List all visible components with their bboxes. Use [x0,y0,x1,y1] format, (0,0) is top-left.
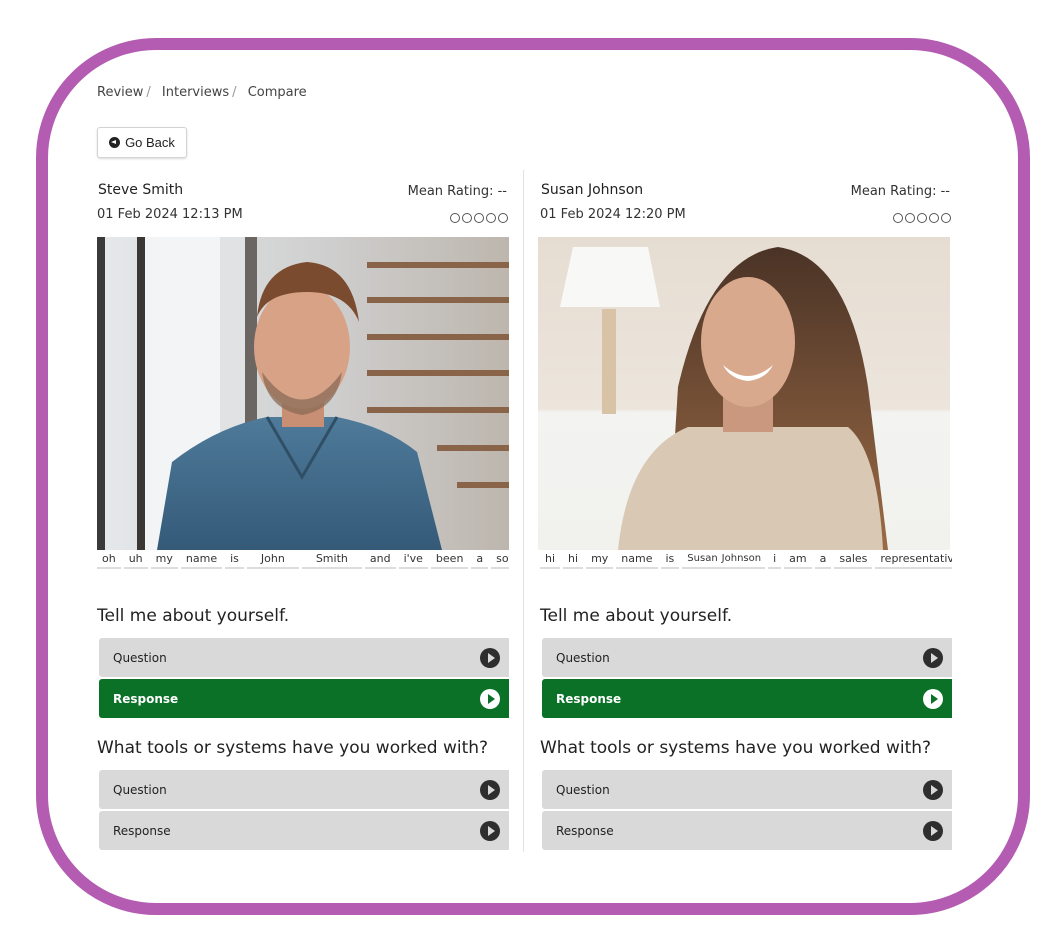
rating-circle-1[interactable] [450,213,460,223]
transcript-word[interactable]: i've [398,550,428,569]
row-label: Question [113,650,167,665]
transcript-word[interactable]: representative [875,550,952,569]
transcript-word[interactable]: am [784,550,812,569]
candidate-name: Steve Smith [98,182,184,198]
transcript-word[interactable]: been [430,550,469,569]
question-row[interactable]: Question [542,638,952,677]
transcript-word[interactable]: is [660,550,680,569]
transcript-word[interactable]: name [616,550,658,569]
rating-circle-2[interactable] [462,213,472,223]
transcript-word[interactable]: Susan [682,550,720,569]
breadcrumb-separator: / [146,85,151,100]
go-back-label: Go Back [125,135,175,150]
rating-circles [893,213,951,223]
play-icon[interactable] [923,820,943,841]
row-label: Response [556,823,614,838]
transcript-word[interactable]: oh [97,550,121,569]
transcript-word[interactable]: my [586,550,614,569]
breadcrumb-compare: Compare [247,85,307,100]
rating-circle-5[interactable] [941,213,951,223]
arrow-circle-left-icon [109,137,121,148]
mean-rating: Mean Rating: -- [850,184,950,199]
transcript-word[interactable]: Smith [301,550,362,569]
breadcrumb-interviews[interactable]: Interviews [162,85,229,100]
rating-circle-4[interactable] [929,213,939,223]
transcript-word[interactable]: a [814,550,832,569]
interview-date: 01 Feb 2024 12:20 PM [540,207,686,222]
question-title: Tell me about yourself. [97,606,290,626]
panel-divider [523,170,524,852]
mean-rating: Mean Rating: -- [407,184,507,199]
transcript-word[interactable]: John [246,550,299,569]
row-label: Question [556,650,610,665]
go-back-button[interactable]: Go Back [97,127,187,158]
question-row[interactable]: Question [99,638,509,677]
breadcrumb-separator: / [232,85,237,100]
candidate-video-frame [538,237,950,550]
play-icon[interactable] [480,820,500,841]
transcript-word[interactable]: a [471,550,489,569]
question-title: What tools or systems have you worked wi… [540,738,932,758]
question-title: Tell me about yourself. [540,606,733,626]
transcript-word[interactable]: name [180,550,223,569]
candidate-video-frame [97,237,509,550]
rating-circle-2[interactable] [905,213,915,223]
rating-circle-4[interactable] [486,213,496,223]
rating-circle-5[interactable] [498,213,508,223]
transcript-strip: oh uh my name is John Smith and i've bee… [97,550,509,570]
transcript-word[interactable]: i [768,550,782,569]
candidate-name: Susan Johnson [541,182,644,198]
row-label: Question [113,782,167,797]
response-row[interactable]: Response [542,679,952,718]
play-icon[interactable] [480,647,500,668]
play-icon[interactable] [923,688,943,709]
response-row[interactable]: Response [99,679,509,718]
breadcrumb-review[interactable]: Review [97,85,143,100]
response-row[interactable]: Response [99,811,509,850]
transcript-word[interactable]: my [150,550,178,569]
transcript-word[interactable]: softwar [491,550,509,569]
transcript-word[interactable]: Johnson [719,550,766,569]
rating-circle-1[interactable] [893,213,903,223]
rating-circles [450,213,508,223]
video-player[interactable] [538,237,950,550]
interview-date: 01 Feb 2024 12:13 PM [97,207,243,222]
play-icon[interactable] [923,779,943,800]
play-icon[interactable] [923,647,943,668]
row-label: Response [113,691,179,706]
question-title: What tools or systems have you worked wi… [97,738,489,758]
row-label: Response [556,691,622,706]
transcript-word[interactable]: sales [834,550,873,569]
question-row[interactable]: Question [99,770,509,809]
transcript-word[interactable]: hi [563,550,584,569]
question-row[interactable]: Question [542,770,952,809]
row-label: Response [113,823,171,838]
row-label: Question [556,782,610,797]
transcript-word[interactable]: uh [123,550,148,569]
video-player[interactable] [97,237,509,550]
response-row[interactable]: Response [542,811,952,850]
rating-circle-3[interactable] [474,213,484,223]
rating-circle-3[interactable] [917,213,927,223]
transcript-word[interactable]: hi [540,550,561,569]
play-icon[interactable] [480,779,500,800]
transcript-word[interactable]: is [225,550,244,569]
breadcrumb: Review / Interviews / Compare [97,85,307,100]
transcript-word[interactable]: and [364,550,396,569]
transcript-strip: hi hi my name is Susan Johnson i am a sa… [540,550,952,570]
play-icon[interactable] [480,688,500,709]
